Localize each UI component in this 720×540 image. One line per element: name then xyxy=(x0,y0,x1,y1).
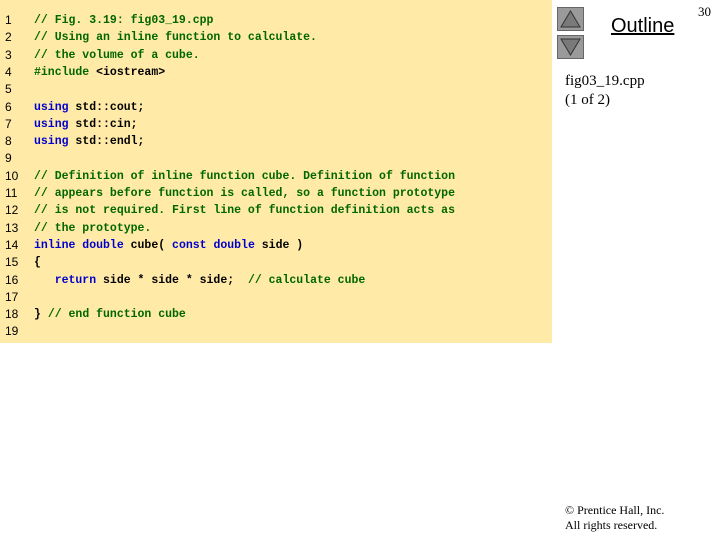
line-number: 10 xyxy=(5,168,19,183)
code-comment: // the prototype. xyxy=(34,221,152,235)
code-plain: side ) xyxy=(261,238,304,252)
line-number: 5 xyxy=(5,82,12,97)
code-line: 16 return side * side * side; // calcula… xyxy=(0,272,552,289)
code-plain: cube( xyxy=(130,238,173,252)
line-number: 13 xyxy=(5,220,19,235)
code-line: 11 // appears before function is called, … xyxy=(0,185,552,202)
code-plain: <iostream> xyxy=(96,65,166,79)
code-panel: 1 // Fig. 3.19: fig03_19.cpp 2 // Using an … xyxy=(0,0,552,343)
code-line: 9 xyxy=(0,150,552,167)
code-plain: } xyxy=(34,308,48,322)
code-keyword: return xyxy=(34,273,104,287)
code-line: 12 // is not required. First line of func… xyxy=(0,202,552,219)
line-number: 19 xyxy=(5,324,19,339)
code-text: } // end function cube xyxy=(34,306,186,323)
file-name: fig03_19.cpp xyxy=(565,73,645,89)
line-number: 11 xyxy=(5,186,18,200)
code-line: 18} // end function cube xyxy=(0,306,552,323)
code-keyword: using xyxy=(34,117,76,131)
code-comment: // Using an inline function to calculate… xyxy=(34,31,317,45)
code-text: inline double cube( const double side ) xyxy=(34,237,303,254)
code-keyword: const double xyxy=(172,238,262,252)
code-line: 4 #include <iostream> xyxy=(0,64,552,81)
code-comment: // calculate cube xyxy=(247,273,366,287)
code-text: #include <iostream> xyxy=(34,64,165,81)
code-text: using std::cin; xyxy=(34,116,138,133)
code-text: // Fig. 3.19: fig03_19.cpp xyxy=(34,12,213,29)
code-comment: // the volume of a cube. xyxy=(34,48,200,62)
copyright-line-2: All rights reserved. xyxy=(565,518,658,532)
code-line: 7 using std::cin; xyxy=(0,116,552,133)
code-keyword: using xyxy=(34,135,76,149)
code-text: // appears before function is called, so… xyxy=(34,185,455,202)
code-comment: // is not required. First line of functi… xyxy=(34,204,455,218)
code-text: // the prototype. xyxy=(34,220,151,237)
line-number: 9 xyxy=(5,151,12,166)
code-comment: // appears before function is called, so… xyxy=(34,187,455,200)
next-slide-button[interactable] xyxy=(557,35,584,59)
line-number: 2 xyxy=(5,30,12,45)
code-text: // the volume of a cube. xyxy=(34,47,200,64)
line-number: 15 xyxy=(5,255,19,270)
code-text: // Using an inline function to calculate… xyxy=(34,29,317,46)
code-text: using std::cout; xyxy=(34,99,144,116)
file-label: fig03_19.cpp (1 of 2) xyxy=(565,72,645,110)
line-number: 17 xyxy=(5,289,19,304)
code-line: 1 // Fig. 3.19: fig03_19.cpp xyxy=(0,12,552,29)
code-line: 13 // the prototype. xyxy=(0,220,552,237)
triangle-down-icon xyxy=(560,38,581,56)
line-number: 14 xyxy=(5,237,19,252)
code-comment: // Definition of inline function cube. D… xyxy=(34,169,455,183)
line-number: 18 xyxy=(5,307,19,322)
line-number: 8 xyxy=(5,134,12,149)
previous-slide-button[interactable] xyxy=(557,7,584,31)
line-number: 1 xyxy=(5,13,12,27)
copyright: © Prentice Hall, Inc. All rights reserve… xyxy=(565,503,664,533)
code-text: { xyxy=(34,254,41,271)
line-number: 7 xyxy=(5,116,12,131)
line-number: 6 xyxy=(5,99,12,114)
code-plain: { xyxy=(34,256,41,270)
code-line: 15 { xyxy=(0,254,552,271)
code-line: 3 // the volume of a cube. xyxy=(0,47,552,64)
line-number: 12 xyxy=(5,203,19,218)
code-comment: // Fig. 3.19: fig03_19.cpp xyxy=(34,14,214,27)
code-text: // Definition of inline function cube. D… xyxy=(34,168,455,185)
triangle-up-icon xyxy=(560,10,581,28)
line-number: 4 xyxy=(5,64,12,79)
outline-link[interactable]: Outline xyxy=(611,15,674,38)
code-line: 17 xyxy=(0,289,552,306)
code-line: 6 using std::cout; xyxy=(0,99,552,116)
code-line: 5 xyxy=(0,81,552,98)
code-line: 8 using std::endl; xyxy=(0,133,552,150)
code-text: return side * side * side; // calculate … xyxy=(34,272,366,289)
code-comment: #include xyxy=(34,65,97,79)
page-number: 30 xyxy=(698,4,711,19)
code-text: using std::endl; xyxy=(34,133,144,150)
code-line: 2 // Using an inline function to calculat… xyxy=(0,29,552,46)
code-line: 19 xyxy=(0,323,552,340)
code-plain: std::cin; xyxy=(75,117,138,131)
code-line: 10 // Definition of inline function cube.… xyxy=(0,168,552,185)
code-comment: // end function cube xyxy=(47,308,186,322)
code-keyword: using xyxy=(34,100,76,114)
line-number: 16 xyxy=(5,272,19,287)
code-plain: std::endl; xyxy=(75,135,145,149)
copyright-line-1: © Prentice Hall, Inc. xyxy=(565,503,665,517)
code-line: 14 inline double cube( const double side … xyxy=(0,237,552,254)
code-keyword: inline double xyxy=(34,238,131,252)
line-number: 3 xyxy=(5,47,12,62)
code-plain: std::cout; xyxy=(75,100,145,114)
page-of: (1 of 2) xyxy=(565,92,610,108)
code-text: // is not required. First line of functi… xyxy=(34,202,455,219)
code-plain: side * side * side; xyxy=(103,273,248,287)
